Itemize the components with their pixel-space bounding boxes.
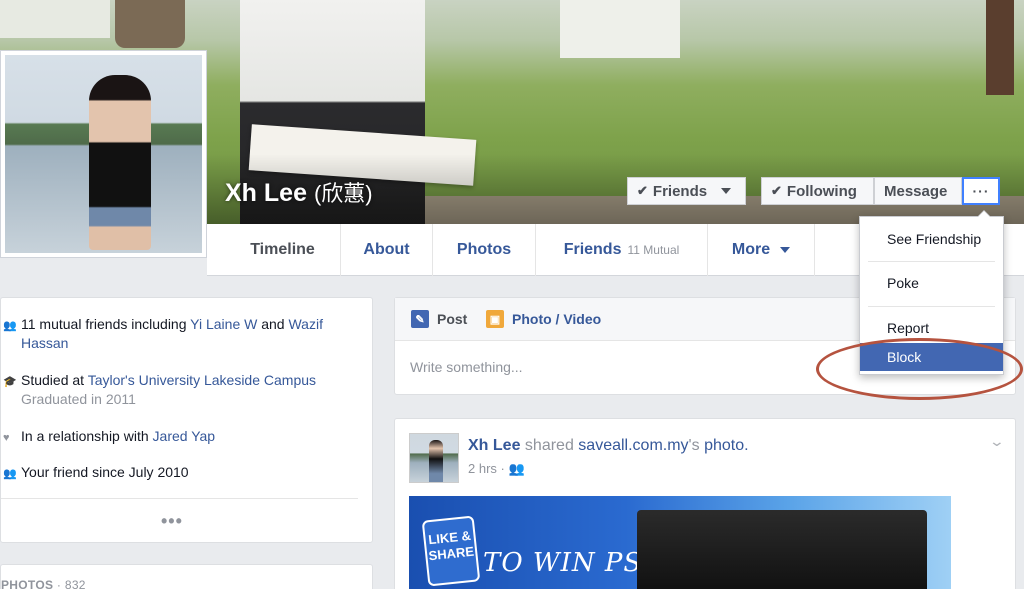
following-button-label: Following xyxy=(786,182,857,200)
menu-item-block[interactable]: Block xyxy=(860,343,1003,371)
post-verb: shared xyxy=(524,437,574,454)
study-prefix: Studied at xyxy=(21,372,85,388)
mutual-joiner: and xyxy=(261,316,285,332)
promo-slogan: TO WIN PS4 xyxy=(483,548,660,578)
more-options-icon: ··· xyxy=(972,183,990,199)
tab-label: About xyxy=(363,241,410,258)
photos-count: 832 xyxy=(64,578,86,589)
friends-button-label: Friends xyxy=(652,182,708,200)
mutual-friends-row: 👥 11 mutual friends including Yi Laine W… xyxy=(1,315,361,353)
photos-label: PHOTOS xyxy=(1,578,54,589)
menu-item-poke[interactable]: Poke xyxy=(860,269,1003,297)
photos-separator: · xyxy=(56,578,62,589)
tab-label: Photos xyxy=(456,241,512,258)
menu-item-see-friendship[interactable]: See Friendship xyxy=(860,225,1003,253)
post-header: Xh Lee shared saveall.com.my's photo. xyxy=(468,437,749,455)
mutual-count: 11 Mutual xyxy=(627,243,680,257)
chevron-down-icon xyxy=(780,247,791,253)
friends-button[interactable]: ✔ Friends xyxy=(627,177,746,205)
following-button[interactable]: ✔ Following xyxy=(761,177,874,205)
divider xyxy=(1,498,358,499)
see-more-icon[interactable]: ••• xyxy=(161,511,183,532)
pencil-icon: ✎ xyxy=(411,310,429,328)
friend-since-text: Your friend since July 2010 xyxy=(21,464,189,480)
friends-actions: ✔ Friends xyxy=(627,177,746,205)
post-possessive: 's xyxy=(688,437,700,454)
message-button[interactable]: Message xyxy=(874,177,962,205)
post-source-link[interactable]: saveall.com.my xyxy=(578,437,688,454)
menu-item-report[interactable]: Report xyxy=(860,314,1003,342)
education-row: 🎓 Studied at Taylor's University Lakesid… xyxy=(1,371,361,409)
feed-post: Xh Lee shared saveall.com.my's photo. 2 … xyxy=(394,418,1016,589)
photos-card[interactable]: PHOTOS · 832 xyxy=(0,564,373,589)
composer-tab-photo-video[interactable]: ▣ Photo / Video xyxy=(486,310,601,328)
friend-link[interactable]: Yi Laine W xyxy=(190,316,257,332)
intro-card: 👥 11 mutual friends including Yi Laine W… xyxy=(0,297,373,543)
composer-input[interactable]: Write something... xyxy=(410,359,523,375)
post-author-link[interactable]: Xh Lee xyxy=(468,437,520,454)
photo-icon: ▣ xyxy=(486,310,504,328)
avatar-person xyxy=(89,75,151,250)
composer-post-label: Post xyxy=(437,311,468,327)
tab-about[interactable]: About xyxy=(341,224,433,276)
relationship-row: ♥ In a relationship with Jared Yap xyxy=(1,427,361,446)
photos-header: PHOTOS · 832 xyxy=(1,578,86,589)
post-meta: 2 hrs · 👥 xyxy=(468,461,525,477)
tab-label: Timeline xyxy=(250,241,315,258)
profile-name-text: Xh Lee xyxy=(225,179,307,207)
friends-icon: 👥 xyxy=(3,320,17,332)
shared-photo[interactable]: LIKE & SHARE TO WIN PS4 xyxy=(409,496,951,589)
composer-photo-label: Photo / Video xyxy=(512,311,602,327)
audience-friends-icon[interactable]: 👥 xyxy=(508,461,524,476)
like-share-badge: LIKE & SHARE xyxy=(421,515,481,587)
heart-icon: ♥ xyxy=(3,432,10,444)
graduation-text: Graduated in 2011 xyxy=(21,391,136,407)
more-options-button[interactable]: ··· xyxy=(962,177,1000,205)
menu-separator xyxy=(868,261,995,262)
mutual-prefix: 11 mutual friends including xyxy=(21,316,187,332)
profile-name[interactable]: Xh Lee (欣蕙) xyxy=(225,176,373,208)
more-options-menu: See Friendship Poke Report Block xyxy=(859,210,1004,375)
tab-label: Friends xyxy=(563,241,622,258)
message-button-label: Message xyxy=(884,182,948,200)
education-icon: 🎓 xyxy=(3,376,17,388)
checkmark-icon: ✔ xyxy=(771,183,782,198)
cover-building xyxy=(560,0,680,58)
composer-tab-post[interactable]: ✎ Post xyxy=(411,310,467,328)
chevron-down-icon xyxy=(721,188,732,194)
tab-label: More xyxy=(731,241,771,258)
relationship-prefix: In a relationship with xyxy=(21,428,149,444)
avatar[interactable] xyxy=(0,50,207,258)
tab-friends[interactable]: Friends 11 Mutual xyxy=(536,224,708,276)
friend-since-row: 👥 Your friend since July 2010 xyxy=(1,463,361,482)
post-author-avatar[interactable] xyxy=(409,433,459,483)
cover-tree xyxy=(986,0,1014,95)
post-options-chevron-icon[interactable]: ⌄ xyxy=(989,433,1005,450)
follow-actions: ✔ Following Message ··· xyxy=(761,177,1000,205)
cover-building xyxy=(0,0,110,38)
school-link[interactable]: Taylor's University Lakeside Campus xyxy=(88,372,316,388)
menu-separator xyxy=(868,306,995,307)
post-object-link[interactable]: photo. xyxy=(704,437,748,454)
partner-link[interactable]: Jared Yap xyxy=(153,428,216,444)
cover-tree xyxy=(115,0,185,48)
console-image xyxy=(637,510,927,589)
tab-more[interactable]: More xyxy=(708,224,815,276)
tab-photos[interactable]: Photos xyxy=(433,224,536,276)
avatar-image xyxy=(5,55,202,253)
post-timestamp[interactable]: 2 hrs xyxy=(468,461,497,476)
checkmark-icon: ✔ xyxy=(637,183,648,198)
friends-icon: 👥 xyxy=(3,468,17,480)
profile-alt-name: (欣蕙) xyxy=(313,181,373,206)
tab-timeline[interactable]: Timeline xyxy=(225,224,341,276)
